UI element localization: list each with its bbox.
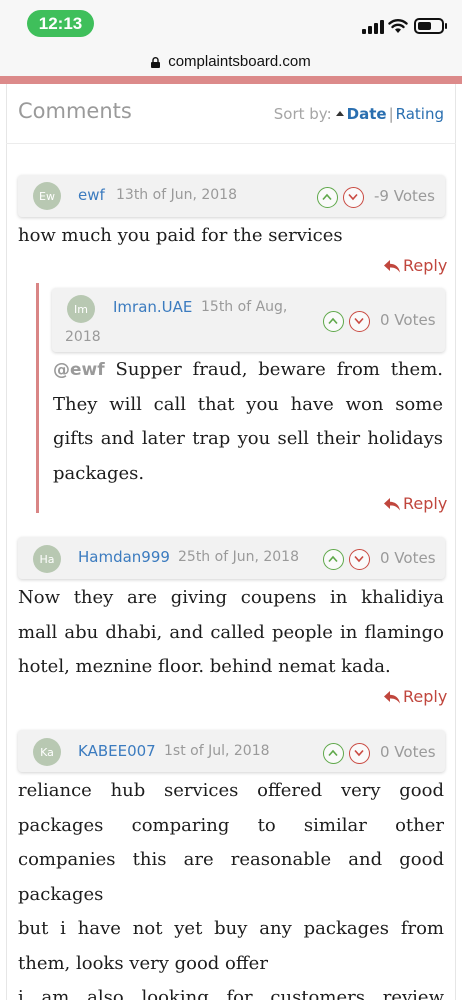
comment-line: them, looks very good offer: [18, 952, 268, 974]
downvote-icon[interactable]: [349, 311, 370, 332]
comment-line: but i have not yet buy any packages from: [18, 918, 444, 939]
comment-username[interactable]: KABEE007: [78, 742, 156, 760]
comment-line: packages comparing to similar other: [18, 814, 444, 836]
avatar: Ha: [33, 545, 61, 573]
comment-line: @ewf Supper fraud, beware from them.: [53, 353, 443, 388]
comment-body: reliance hub services offered very good …: [18, 774, 444, 1000]
comment-date: 15th of Aug,: [201, 299, 287, 315]
url-domain: complaintsboard.com: [168, 52, 311, 70]
comments-title: Comments: [18, 99, 132, 123]
comment-date: 2018: [65, 329, 101, 345]
upvote-icon[interactable]: [317, 187, 338, 208]
comment-line: gifts and later trap you sell their holi…: [53, 428, 443, 449]
reply-label: Reply: [403, 687, 448, 706]
sort-separator: |: [388, 105, 394, 123]
sort-controls: Sort by: Date | Rating: [274, 105, 444, 123]
url-bar[interactable]: complaintsboard.com: [0, 46, 462, 76]
comment-line: They will call that you have won some: [53, 393, 443, 415]
reply-label: Reply: [403, 494, 448, 513]
comment-line: mall abu dhabi, and called people in fla…: [18, 621, 444, 643]
status-time[interactable]: 12:13: [27, 10, 94, 37]
sort-rating-link[interactable]: Rating: [396, 105, 444, 123]
upvote-icon[interactable]: [323, 311, 344, 332]
comment-body: @ewf Supper fraud, beware from them. The…: [53, 353, 443, 491]
sort-date-link[interactable]: Date: [347, 105, 387, 123]
vote-count: 0 Votes: [380, 311, 436, 329]
comment-date: 13th of Jun, 2018: [116, 187, 237, 203]
comment-date-line1: 15th of Aug,: [201, 299, 288, 315]
downvote-icon[interactable]: [343, 187, 364, 208]
comment-line-text: Supper fraud, beware from them.: [104, 359, 443, 380]
reply-button[interactable]: Reply: [384, 494, 447, 513]
vote-count: -9 Votes: [374, 187, 435, 205]
cellular-signal-icon: [362, 20, 384, 34]
page-accent-bar: [0, 76, 462, 84]
comment-date-line2: 2018: [65, 329, 101, 345]
upvote-icon[interactable]: [323, 743, 344, 764]
comment-date: 25th of Jun, 2018: [178, 549, 299, 565]
reply-button[interactable]: Reply: [384, 256, 447, 275]
mention-link[interactable]: @ewf: [53, 360, 105, 380]
battery-icon: [414, 18, 447, 34]
comment-date: 1st of Jul, 2018: [164, 743, 270, 759]
sort-caret-icon: [335, 111, 344, 116]
reply-arrow-icon: [384, 691, 400, 704]
avatar: Ew: [33, 182, 61, 210]
comment-line: companies this are reasonable and good: [18, 849, 444, 870]
downvote-icon[interactable]: [349, 549, 370, 570]
avatar: Im: [67, 295, 95, 323]
avatar: Ka: [33, 738, 61, 766]
comment-username[interactable]: ewf: [78, 186, 105, 204]
divider: [6, 143, 456, 144]
lock-icon: [151, 56, 161, 68]
reply-arrow-icon: [384, 498, 400, 511]
reply-label: Reply: [403, 256, 448, 275]
vote-count: 0 Votes: [380, 743, 436, 761]
comment-username[interactable]: Hamdan999: [78, 548, 170, 566]
comment-line: Now they are giving coupens in khalidiya: [18, 587, 444, 608]
wifi-icon: [388, 19, 408, 33]
comment-line: i am also looking for customers review: [18, 987, 444, 1000]
comment-line: hotel, meznine floor. behind nemat kada.: [18, 656, 391, 677]
vote-count: 0 Votes: [380, 549, 436, 567]
comment-body: Now they are giving coupens in khalidiya…: [18, 581, 444, 685]
sort-label: Sort by:: [273, 105, 332, 123]
comment-username[interactable]: Imran.UAE: [113, 298, 192, 316]
comment-line: reliance hub services offered very good: [18, 780, 444, 801]
comment-line: packages: [18, 883, 104, 905]
downvote-icon[interactable]: [349, 743, 370, 764]
status-bar: 12:13: [0, 0, 462, 46]
comment-line: packages.: [53, 462, 145, 484]
reply-button[interactable]: Reply: [384, 687, 447, 706]
comment-line: how much you paid for the services: [18, 225, 343, 246]
upvote-icon[interactable]: [323, 549, 344, 570]
thread-line: [36, 283, 39, 513]
comment-body: how much you paid for the services: [18, 219, 448, 254]
reply-arrow-icon: [384, 260, 400, 273]
